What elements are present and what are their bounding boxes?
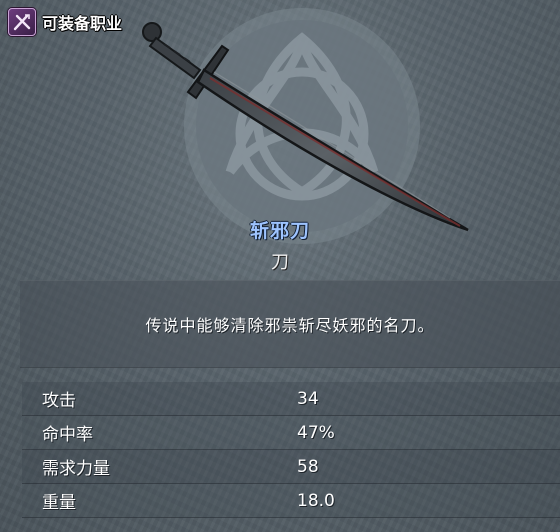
crossed-weapons-icon <box>8 8 36 36</box>
stat-label: 需求力量 <box>42 459 110 479</box>
equippable-class-tag: 可装备职业 <box>8 8 122 36</box>
sword-icon <box>142 22 469 232</box>
stat-label: 命中率 <box>42 425 93 445</box>
stat-value: 58 <box>297 456 319 477</box>
item-title-block: 斩邪刀 刀 <box>0 216 560 274</box>
item-tooltip-panel: 可装备职业 斩邪刀 刀 传说中能够清除邪祟斩尽妖邪的名刀。 攻击 34 命中率 … <box>0 0 560 532</box>
stat-row-accuracy: 命中率 47% <box>22 416 560 450</box>
item-name: 斩邪刀 <box>249 220 310 242</box>
stat-label: 重量 <box>42 493 76 513</box>
stat-row-strength-requirement: 需求力量 58 <box>22 450 560 484</box>
item-description-band: 传说中能够清除邪祟斩尽妖邪的名刀。 <box>20 280 560 368</box>
equippable-class-label: 可装备职业 <box>42 14 123 33</box>
item-description: 传说中能够清除邪祟斩尽妖邪的名刀。 <box>145 316 435 335</box>
stat-value: 34 <box>297 388 319 409</box>
stat-value: 47% <box>297 422 335 443</box>
item-type: 刀 <box>271 252 289 273</box>
stat-label: 攻击 <box>42 391 76 411</box>
stat-row-weight: 重量 18.0 <box>22 484 560 518</box>
stat-value: 18.0 <box>297 490 335 511</box>
item-stats-table: 攻击 34 命中率 47% 需求力量 58 重量 18.0 <box>22 382 560 518</box>
stat-row-attack: 攻击 34 <box>22 382 560 416</box>
